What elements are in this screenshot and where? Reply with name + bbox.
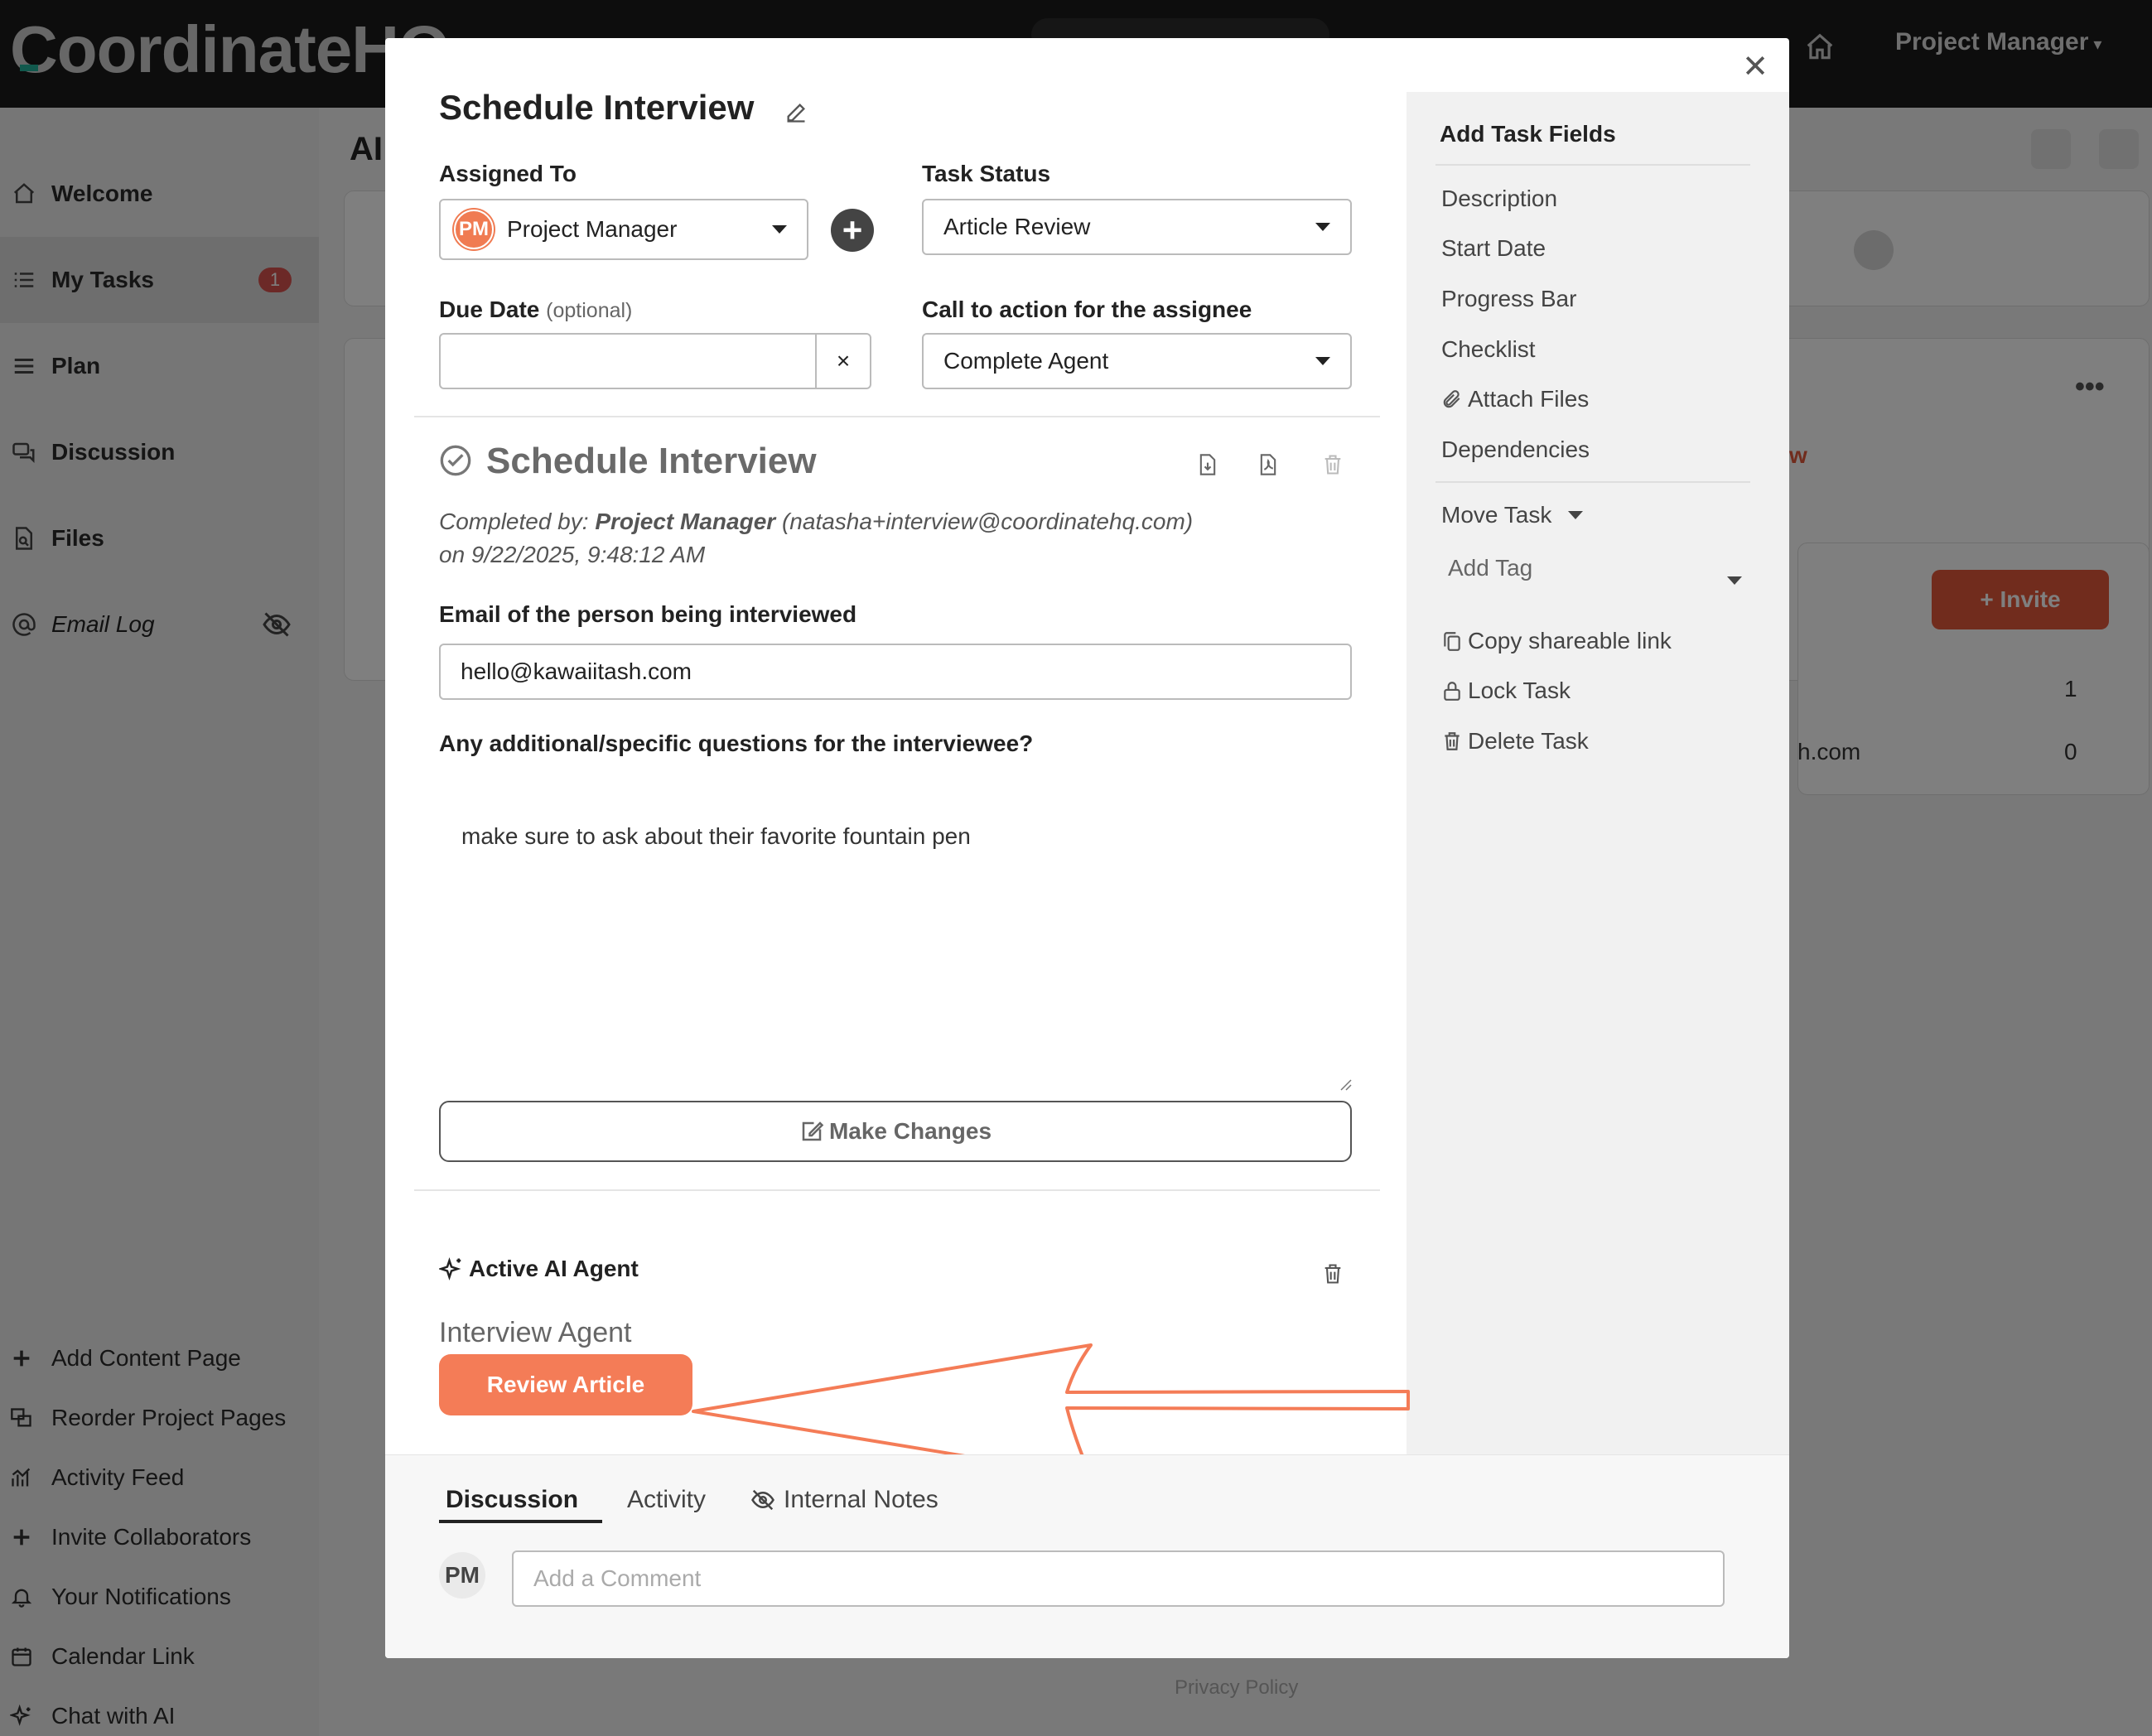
completion-info: Completed by: Project Manager (natasha+i… (439, 505, 1193, 571)
add-tag-select[interactable]: Add Tag (1448, 555, 1532, 581)
cta-value: Complete Agent (943, 348, 1109, 374)
task-status-value: Article Review (943, 214, 1091, 239)
review-article-button[interactable]: Review Article (439, 1354, 692, 1415)
field-progress-bar[interactable]: Progress Bar (1441, 286, 1576, 312)
check-circle-icon (440, 445, 471, 476)
resize-handle-icon[interactable] (1338, 1077, 1353, 1092)
assigned-to-label: Assigned To (439, 161, 577, 186)
caret-down-icon (1315, 357, 1330, 365)
tab-internal-notes[interactable]: Internal Notes (747, 1486, 938, 1514)
due-date-label-text: Due Date (439, 297, 540, 322)
lock-icon (1444, 682, 1460, 701)
email-field[interactable]: hello@kawaiitash.com (439, 644, 1352, 700)
paperclip-icon (1443, 390, 1460, 408)
avatar: PM (454, 210, 494, 249)
close-icon[interactable]: ✕ (1737, 48, 1773, 84)
due-date-input[interactable] (439, 333, 817, 389)
move-task-label: Move Task (1441, 502, 1552, 528)
move-task-dropdown[interactable]: Move Task (1441, 502, 1584, 528)
due-date-label: Due Date (optional) (439, 297, 632, 323)
caret-down-icon (772, 225, 787, 234)
cta-select[interactable]: Complete Agent (922, 333, 1352, 389)
cta-label: Call to action for the assignee (922, 297, 1252, 322)
make-changes-button[interactable]: Make Changes (439, 1101, 1352, 1162)
copy-link-label: Copy shareable link (1468, 628, 1672, 653)
add-task-fields-heading: Add Task Fields (1440, 121, 1616, 147)
divider (414, 416, 1380, 417)
trash-icon (1445, 732, 1460, 750)
divider (1435, 481, 1750, 483)
caret-down-icon (1315, 223, 1330, 231)
comment-input[interactable] (514, 1552, 1723, 1605)
ai-agent-name: Interview Agent (439, 1317, 632, 1348)
copy-shareable-link[interactable]: Copy shareable link (1441, 628, 1672, 654)
trash-icon[interactable] (1321, 452, 1344, 477)
questions-textarea[interactable]: make sure to ask about their favorite fo… (461, 823, 971, 850)
assignee-select[interactable]: PM Project Manager (439, 199, 808, 260)
make-changes-label: Make Changes (828, 1118, 992, 1144)
clear-date-button[interactable]: × (815, 333, 871, 389)
completed-by-name: Project Manager (595, 509, 776, 534)
delete-task[interactable]: Delete Task (1441, 728, 1589, 755)
copy-icon (1444, 632, 1460, 651)
lock-task[interactable]: Lock Task (1441, 678, 1571, 704)
lock-task-label: Lock Task (1468, 678, 1571, 703)
optional-hint: (optional) (546, 299, 633, 322)
avatar: PM (439, 1552, 485, 1599)
ai-section-label: Active AI Agent (469, 1256, 639, 1281)
caret-down-icon (1568, 511, 1584, 519)
field-attach-files-label: Attach Files (1468, 386, 1590, 412)
divider (414, 1189, 1380, 1191)
field-attach-files[interactable]: Attach Files (1441, 386, 1589, 412)
email-field-label: Email of the person being interviewed (439, 601, 857, 627)
field-start-date[interactable]: Start Date (1441, 235, 1546, 262)
completed-on: on 9/22/2025, 9:48:12 AM (439, 542, 706, 567)
sparkle-icon (439, 1257, 461, 1280)
edit-icon (802, 1121, 824, 1141)
completed-by-prefix: Completed by: (439, 509, 589, 534)
field-checklist[interactable]: Checklist (1441, 336, 1536, 363)
field-description[interactable]: Description (1441, 186, 1557, 212)
divider (1435, 164, 1750, 166)
modal-title: Schedule Interview (439, 88, 755, 127)
task-status-select[interactable]: Article Review (922, 199, 1352, 255)
questions-field-label: Any additional/specific questions for th… (439, 731, 1034, 756)
completed-by-email: (natasha+interview@coordinatehq.com) (781, 509, 1194, 534)
active-tab-indicator (439, 1520, 602, 1523)
trash-icon[interactable] (1321, 1261, 1344, 1287)
ai-section-heading: Active AI Agent (439, 1256, 639, 1282)
eye-slash-icon (751, 1489, 774, 1511)
task-modal: ✕ Schedule Interview Assigned To PM Proj… (385, 38, 1789, 1658)
assignee-name: Project Manager (507, 216, 678, 242)
edit-icon[interactable] (784, 101, 808, 124)
field-dependencies[interactable]: Dependencies (1441, 436, 1590, 463)
task-name: Schedule Interview (486, 441, 817, 481)
pdf-icon[interactable] (1257, 452, 1280, 477)
tab-discussion[interactable]: Discussion (446, 1486, 578, 1514)
delete-task-label: Delete Task (1468, 728, 1589, 754)
caret-down-icon[interactable] (1727, 576, 1742, 585)
tab-internal-notes-label: Internal Notes (784, 1486, 938, 1513)
tab-activity[interactable]: Activity (627, 1486, 706, 1514)
task-status-label: Task Status (922, 161, 1051, 186)
add-assignee-button[interactable]: + (831, 209, 874, 252)
download-icon[interactable] (1196, 452, 1219, 477)
comment-field[interactable] (512, 1550, 1725, 1607)
